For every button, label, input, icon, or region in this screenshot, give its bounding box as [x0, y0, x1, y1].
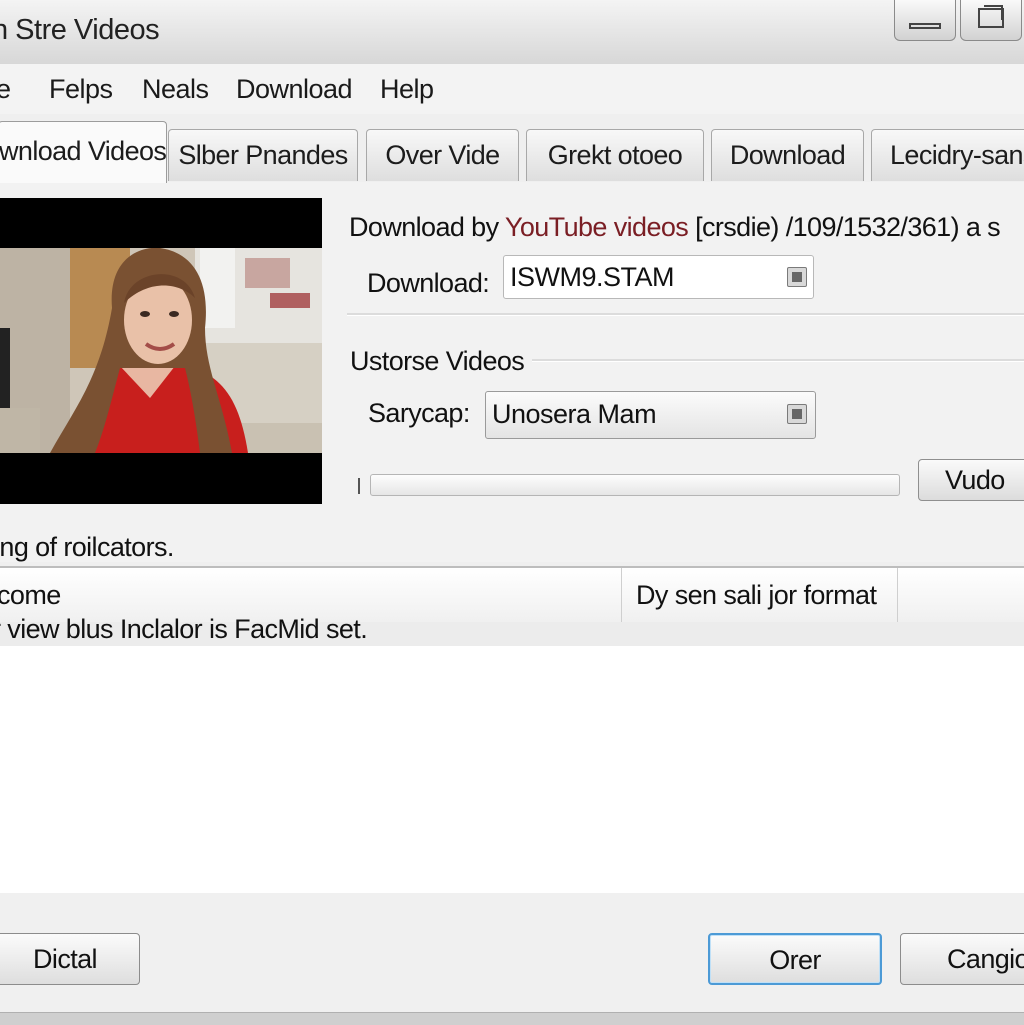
status-strip — [0, 1012, 1024, 1025]
tab-lecidry-sans[interactable]: Lecidry-sans — [871, 129, 1024, 181]
progress-start-marker — [358, 478, 360, 494]
list-item[interactable]: r view blus Inclalor is FacMid set. — [0, 614, 1024, 646]
restore-icon-back — [984, 5, 1003, 20]
sarycap-label: Sarycap: — [368, 398, 470, 428]
menu-item-help[interactable]: Help — [380, 74, 434, 105]
tab-over-vide[interactable]: Over Vide — [366, 129, 519, 181]
minimize-button[interactable] — [894, 0, 956, 41]
info-suffix: [crsdie) /109/1532/361) a s — [688, 212, 1001, 242]
status-text: ing of roilcators. — [0, 532, 174, 562]
video-button[interactable]: Vudo — [918, 459, 1024, 501]
app-window: n Stre Videos e Felps Neals Download Hel… — [0, 0, 1024, 1025]
results-list[interactable]: come Dy sen sali jor format r view blus … — [0, 566, 1024, 896]
video-frame-image — [0, 248, 322, 453]
menu-item-neals[interactable]: Neals — [142, 74, 209, 105]
column-header-name[interactable]: come — [0, 580, 61, 611]
dictal-button[interactable]: Dictal — [0, 933, 140, 985]
minimize-icon — [909, 23, 941, 29]
column-divider[interactable] — [621, 568, 622, 622]
tab-download[interactable]: Download — [711, 129, 864, 181]
tab-download-videos[interactable]: wnload Videos — [0, 121, 167, 183]
sarycap-select[interactable]: Unosera Mam — [485, 391, 816, 439]
column-divider[interactable] — [897, 568, 898, 622]
cancel-button[interactable]: Cangio — [900, 933, 1024, 985]
section-divider — [347, 313, 1024, 316]
sarycap-dropdown-icon[interactable] — [787, 404, 807, 424]
tab-grekt-otoeo[interactable]: Grekt otoeo — [526, 129, 704, 181]
title-bar[interactable]: n Stre Videos — [0, 0, 1024, 65]
tab-strip: wnload Videos Slber Pnandes Over Vide Gr… — [0, 114, 1024, 183]
menu-item-download[interactable]: Download — [236, 74, 353, 105]
youtube-link[interactable]: YouTube videos — [505, 212, 689, 242]
menu-item-felps[interactable]: Felps — [49, 74, 113, 105]
window-title: n Stre Videos — [0, 14, 160, 46]
download-value: ISWM9.STAM — [510, 262, 675, 292]
download-dropdown-icon[interactable] — [787, 267, 807, 287]
menu-item-file[interactable]: e — [0, 74, 11, 105]
list-item-text: r view blus Inclalor is FacMid set. — [0, 614, 368, 644]
tab-slber-pnandes[interactable]: Slber Pnandes — [168, 129, 358, 181]
column-header-format[interactable]: Dy sen sali jor format — [636, 580, 877, 611]
ok-button[interactable]: Orer — [708, 933, 882, 985]
info-prefix: Download by — [349, 212, 505, 242]
sarycap-value: Unosera Mam — [492, 399, 657, 429]
menu-bar: e Felps Neals Download Help — [0, 64, 1024, 114]
group-title: Ustorse Videos — [350, 346, 533, 377]
download-field[interactable]: ISWM9.STAM — [503, 255, 814, 299]
download-label: Download: — [367, 268, 490, 298]
video-preview[interactable] — [0, 198, 322, 504]
download-progress-bar — [370, 474, 900, 496]
maximize-button[interactable] — [960, 0, 1022, 41]
video-thumbnail — [0, 248, 322, 453]
group-box-line — [520, 359, 1024, 362]
video-info-line: Download by YouTube videos [crsdie) /109… — [349, 212, 1001, 243]
